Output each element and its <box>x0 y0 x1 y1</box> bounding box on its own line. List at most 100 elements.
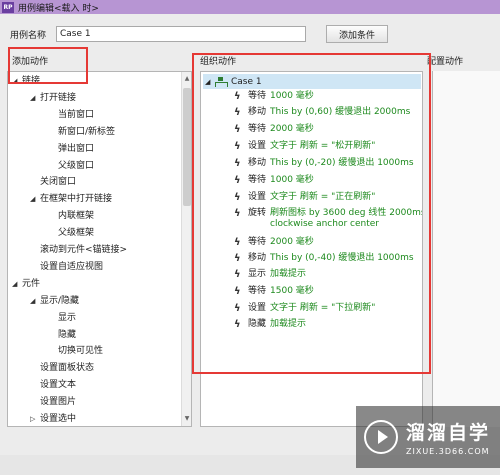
tree-item[interactable]: 隐藏 <box>58 327 76 343</box>
configure-actions-heading: 配置动作 <box>427 57 464 67</box>
action-detail: 刷新图标 by 3600 deg 线性 2000ms clockwise anc… <box>270 208 423 229</box>
configure-actions-panel <box>432 71 500 427</box>
tree-item[interactable]: ◢ 元件 <box>12 276 40 292</box>
add-actions-heading: 添加动作 <box>12 57 49 67</box>
tree-item-label: 打开链接 <box>40 92 77 103</box>
lightning-icon: ϟ <box>234 107 241 118</box>
tree-item[interactable]: 新窗口/新标签 <box>58 124 115 140</box>
action-detail: 2000 毫秒 <box>270 124 314 134</box>
tree-item[interactable]: 设置面板状态 <box>40 360 94 376</box>
lightning-icon: ϟ <box>234 141 241 152</box>
collapse-arrow-icon[interactable]: ◢ <box>30 90 40 106</box>
action-detail: 文字于 刷新 = "下拉刷新" <box>270 303 376 313</box>
action-item[interactable]: ϟ 显示 加载提示 <box>234 269 422 280</box>
tree-item[interactable]: ◢ 打开链接 <box>30 90 76 106</box>
case-label: Case 1 <box>231 76 262 87</box>
collapse-arrow-icon[interactable]: ◢ <box>12 276 22 292</box>
tree-item-label: 内联框架 <box>58 211 95 222</box>
action-detail: This by (0,60) 缓慢退出 2000ms <box>270 107 411 117</box>
tree-item-label: 关闭窗口 <box>40 177 77 188</box>
lightning-icon: ϟ <box>234 269 241 280</box>
action-verb: 设置 <box>248 192 267 202</box>
scroll-down-icon[interactable]: ▼ <box>182 414 191 424</box>
action-item[interactable]: ϟ 等待 1000 毫秒 <box>234 91 422 102</box>
action-item[interactable]: ϟ 设置 文字于 刷新 = "下拉刷新" <box>234 303 422 314</box>
action-item[interactable]: ϟ 设置 文字于 刷新 = "松开刷新" <box>234 141 422 152</box>
action-verb: 等待 <box>248 175 267 185</box>
tree-item-label: 设置选中 <box>40 414 77 424</box>
tree-item-label: 设置自适应视图 <box>40 261 104 272</box>
tree-item[interactable]: 父级框架 <box>58 225 94 241</box>
organize-actions-heading: 组织动作 <box>200 57 237 67</box>
tree-item-label: 父级窗口 <box>58 160 95 171</box>
organize-actions-panel: ◢ Case 1 ϟ 等待 1000 毫秒 ϟ 移动 This by (0,60) 缓慢退… <box>200 71 423 427</box>
expand-arrow-icon[interactable]: ▷ <box>30 411 40 426</box>
scrollbar-thumb[interactable] <box>183 88 191 206</box>
tree-item[interactable]: 设置文本 <box>40 377 76 393</box>
tree-item[interactable]: ◢ 链接 <box>12 73 40 89</box>
tree-item[interactable]: 切换可见性 <box>58 343 103 359</box>
action-verb: 等待 <box>248 124 267 134</box>
tree-item-label: 设置图片 <box>40 397 77 408</box>
tree-item[interactable]: ◢ 在框架中打开链接 <box>30 191 112 207</box>
tree-item-label: 父级框架 <box>58 228 95 239</box>
tree-item[interactable]: 滚动到元件<锚链接> <box>40 242 127 258</box>
tree-item-label: 切换可见性 <box>58 346 104 357</box>
tree-item-label: 设置面板状态 <box>40 363 95 374</box>
tree-item[interactable]: 父级窗口 <box>58 158 94 174</box>
tree-item[interactable]: 设置自适应视图 <box>40 259 103 275</box>
action-detail: This by (0,-40) 缓慢退出 1000ms <box>270 253 414 263</box>
action-verb: 等待 <box>248 286 267 296</box>
tree-item[interactable]: ▷ 设置选中 <box>30 411 77 426</box>
case-tree-icon <box>215 76 228 87</box>
action-item[interactable]: ϟ 设置 文字于 刷新 = "正在刷新" <box>234 192 422 203</box>
action-detail: 1000 毫秒 <box>270 91 314 101</box>
action-item[interactable]: ϟ 移动 This by (0,-40) 缓慢退出 1000ms <box>234 253 422 264</box>
play-logo-icon <box>364 420 398 454</box>
action-detail: 2000 毫秒 <box>270 237 314 247</box>
action-item[interactable]: ϟ 移动 This by (0,-20) 缓慢退出 1000ms <box>234 158 422 169</box>
collapse-arrow-icon[interactable]: ◢ <box>12 73 22 89</box>
action-item[interactable]: ϟ 等待 2000 毫秒 <box>234 237 422 248</box>
tree-scrollbar[interactable]: ▲ ▼ <box>181 72 191 426</box>
add-condition-button[interactable]: 添加条件 <box>326 25 388 43</box>
tree-item-label: 设置文本 <box>40 380 77 391</box>
action-item[interactable]: ϟ 移动 This by (0,60) 缓慢退出 2000ms <box>234 107 422 118</box>
tree-item[interactable]: ◢ 显示/隐藏 <box>30 293 79 309</box>
watermark: 溜溜自学 ZIXUE.3D66.COM <box>356 406 500 468</box>
tree-item-label: 新窗口/新标签 <box>58 126 116 137</box>
action-item[interactable]: ϟ 等待 1000 毫秒 <box>234 175 422 186</box>
tree-item[interactable]: 设置图片 <box>40 394 76 410</box>
expand-arrow-icon[interactable]: ◢ <box>205 78 215 86</box>
action-item[interactable]: ϟ 隐藏 加载提示 <box>234 319 422 330</box>
watermark-name: 溜溜自学 <box>406 422 491 444</box>
action-item[interactable]: ϟ 旋转 刷新图标 by 3600 deg 线性 2000ms clockwise … <box>234 208 423 230</box>
action-item[interactable]: ϟ 等待 2000 毫秒 <box>234 124 422 135</box>
case-name-label: 用例名称 <box>10 30 47 41</box>
action-verb: 设置 <box>248 303 267 313</box>
tree-item[interactable]: 内联框架 <box>58 208 94 224</box>
tree-item-label: 隐藏 <box>58 329 77 340</box>
collapse-arrow-icon[interactable]: ◢ <box>30 191 40 207</box>
tree-item-label: 当前窗口 <box>58 109 95 120</box>
case-row[interactable]: ◢ Case 1 <box>203 74 421 89</box>
scroll-up-icon[interactable]: ▲ <box>182 74 191 84</box>
lightning-icon: ϟ <box>234 303 241 314</box>
action-verb: 等待 <box>248 91 267 101</box>
tree-item[interactable]: 显示 <box>58 310 76 326</box>
tree-item-label: 元件 <box>22 278 41 289</box>
lightning-icon: ϟ <box>234 253 241 264</box>
add-actions-tree: ◢ 链接 ◢ 打开链接 当前窗口 新窗口/新标签 弹出窗口 父级窗口 关闭窗口 ◢ 在框架中打开链接… <box>7 71 192 427</box>
case-name-input[interactable] <box>56 26 306 42</box>
lightning-icon: ϟ <box>234 175 241 186</box>
lightning-icon: ϟ <box>234 286 241 297</box>
window-title: 用例编辑<载入 时> <box>18 3 99 14</box>
action-detail: 加载提示 <box>270 319 307 329</box>
window-titlebar: RP 用例编辑<载入 时> <box>0 0 500 14</box>
tree-item[interactable]: 关闭窗口 <box>40 174 76 190</box>
tree-item[interactable]: 当前窗口 <box>58 107 94 123</box>
tree-item-label: 滚动到元件<锚链接> <box>40 245 128 255</box>
tree-item[interactable]: 弹出窗口 <box>58 141 94 157</box>
collapse-arrow-icon[interactable]: ◢ <box>30 293 40 309</box>
action-item[interactable]: ϟ 等待 1500 毫秒 <box>234 286 422 297</box>
